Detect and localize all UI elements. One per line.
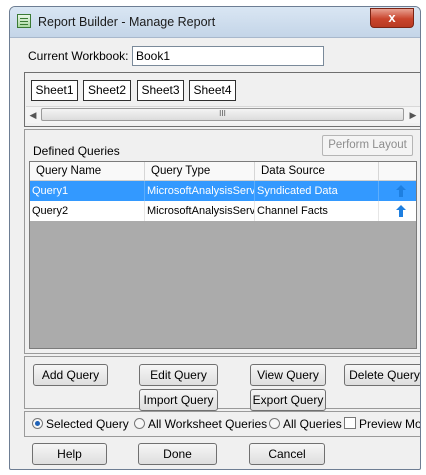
scroll-left-arrow-icon[interactable]: ◀ (27, 109, 39, 121)
table-row[interactable]: Query1 MicrosoftAnalysisServ... Syndicat… (30, 181, 416, 201)
column-header-action (379, 162, 416, 180)
query-type-cell: MicrosoftAnalysisServ... (145, 201, 255, 221)
cancel-button[interactable]: Cancel (249, 443, 325, 465)
all-worksheet-queries-radio[interactable] (134, 418, 145, 429)
selected-query-radio[interactable] (32, 418, 43, 429)
action-cell (379, 181, 416, 201)
title-bar: Report Builder - Manage Report x (10, 7, 420, 38)
window-title: Report Builder - Manage Report (38, 15, 216, 29)
current-workbook-input[interactable] (132, 46, 324, 66)
sheet-tabs-panel: Sheet1 Sheet2 Sheet3 Sheet4 ◀ III ▶ (24, 72, 420, 127)
import-query-button[interactable]: Import Query (139, 389, 218, 411)
selected-query-label[interactable]: Selected Query (46, 417, 129, 431)
add-query-button[interactable]: Add Query (33, 364, 108, 386)
all-queries-label[interactable]: All Queries (283, 417, 342, 431)
report-builder-dialog: Report Builder - Manage Report x Current… (9, 6, 421, 470)
edit-query-button[interactable]: Edit Query (139, 364, 218, 386)
scroll-right-arrow-icon[interactable]: ▶ (407, 109, 419, 121)
delete-query-button[interactable]: Delete Query (344, 364, 420, 386)
query-scope-panel: Selected Query All Worksheet Queries All… (24, 411, 420, 437)
query-actions-panel: Add Query Edit Query View Query Delete Q… (24, 356, 420, 411)
export-query-button[interactable]: Export Query (250, 389, 326, 411)
query-name-cell: Query1 (30, 181, 145, 201)
table-row[interactable]: Query2 MicrosoftAnalysisServ... Channel … (30, 201, 416, 221)
all-queries-radio[interactable] (269, 418, 280, 429)
action-cell (379, 201, 416, 221)
sheet-tab-2[interactable]: Sheet2 (83, 80, 131, 101)
defined-queries-panel: Defined Queries Perform Layout Query Nam… (24, 129, 420, 354)
queries-grid: Query Name Query Type Data Source Query1… (29, 161, 417, 349)
help-button[interactable]: Help (32, 443, 107, 465)
grid-header: Query Name Query Type Data Source (30, 162, 416, 181)
perform-layout-button: Perform Layout (322, 135, 413, 156)
preview-mode-checkbox[interactable] (344, 417, 356, 429)
upload-arrow-icon[interactable] (396, 185, 406, 197)
column-header-data-source[interactable]: Data Source (255, 162, 379, 180)
upload-arrow-icon[interactable] (396, 205, 406, 217)
all-worksheet-queries-label[interactable]: All Worksheet Queries (148, 417, 267, 431)
sheet-tab-1[interactable]: Sheet1 (31, 80, 78, 101)
query-type-cell: MicrosoftAnalysisServ... (145, 181, 255, 201)
sheet-tab-4[interactable]: Sheet4 (189, 80, 236, 101)
close-button[interactable]: x (370, 8, 414, 28)
query-name-cell: Query2 (30, 201, 145, 221)
sheet-scrollbar[interactable]: ◀ III ▶ (26, 106, 420, 123)
app-icon (17, 14, 31, 28)
scrollbar-thumb[interactable]: III (41, 108, 404, 121)
defined-queries-title: Defined Queries (33, 144, 120, 158)
current-workbook-label: Current Workbook: (28, 49, 129, 63)
column-header-query-type[interactable]: Query Type (145, 162, 255, 180)
preview-mode-label[interactable]: Preview Mode (359, 417, 420, 431)
view-query-button[interactable]: View Query (250, 364, 326, 386)
data-source-cell: Channel Facts (255, 201, 379, 221)
sheet-tab-3[interactable]: Sheet3 (137, 80, 184, 101)
column-header-query-name[interactable]: Query Name (30, 162, 145, 180)
data-source-cell: Syndicated Data (255, 181, 379, 201)
done-button[interactable]: Done (138, 443, 217, 465)
dialog-footer: Help Done Cancel (24, 439, 420, 469)
